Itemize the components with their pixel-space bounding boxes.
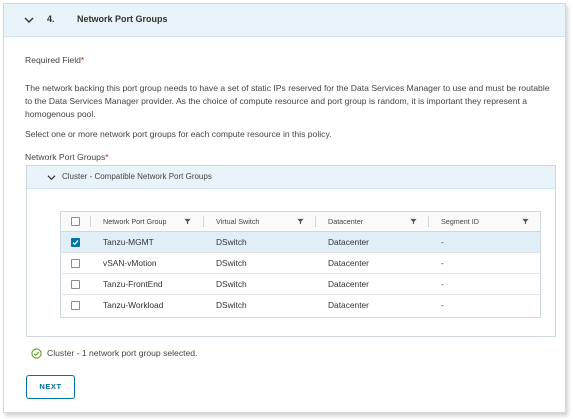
column-header-datacenter[interactable]: Datacenter [328,212,363,231]
row-checkbox[interactable] [71,238,80,247]
step-header[interactable]: 4. Network Port Groups [4,4,565,37]
check-icon [72,240,79,246]
step-number: 4. [47,14,55,24]
cell-port-group: Tanzu-FrontEnd [103,279,163,289]
cell-port-group: vSAN-vMotion [103,258,157,268]
cell-datacenter: Datacenter [328,237,369,247]
column-divider [90,216,91,227]
instruction: Select one or more network port groups f… [25,129,332,139]
table-row[interactable]: Tanzu-Workload DSwitch Datacenter - [61,295,540,316]
check-circle-icon [31,348,42,359]
cell-virtual-switch: DSwitch [216,279,247,289]
column-header-virtual-switch[interactable]: Virtual Switch [216,212,259,231]
cell-segment-id: - [441,300,444,310]
required-mark: * [105,152,109,162]
column-divider [315,216,316,227]
filter-icon[interactable] [297,218,304,225]
filter-icon[interactable] [184,218,191,225]
required-mark: * [80,55,85,65]
filter-icon[interactable] [410,218,417,225]
cell-virtual-switch: DSwitch [216,300,247,310]
select-all-checkbox[interactable] [71,217,80,226]
wizard-panel: 4. Network Port Groups Required Field* T… [3,3,566,413]
description: The network backing this port group need… [25,83,550,119]
cell-port-group: Tanzu-MGMT [103,237,154,247]
cell-segment-id: - [441,279,444,289]
cell-segment-id: - [441,237,444,247]
cluster-section: Cluster - Compatible Network Port Groups… [26,165,556,337]
column-divider [203,216,204,227]
cell-datacenter: Datacenter [328,258,369,268]
column-header-segment-id[interactable]: Segment ID [441,212,479,231]
port-group-datagrid: Network Port Group Virtual Switch Datace… [60,211,541,318]
table-row[interactable]: Tanzu-FrontEnd DSwitch Datacenter - [61,274,540,295]
cell-datacenter: Datacenter [328,300,369,310]
cell-virtual-switch: DSwitch [216,237,247,247]
column-divider [428,216,429,227]
row-checkbox[interactable] [71,301,80,310]
grid-header: Network Port Group Virtual Switch Datace… [61,212,540,232]
selection-status: Cluster - 1 network port group selected. [47,348,198,358]
chevron-down-icon[interactable] [47,173,56,182]
cell-datacenter: Datacenter [328,279,369,289]
cell-port-group: Tanzu-Workload [103,300,164,310]
filter-icon[interactable] [522,218,529,225]
step-title: Network Port Groups [77,14,168,24]
next-button[interactable]: NEXT [26,375,75,399]
cell-virtual-switch: DSwitch [216,258,247,268]
required-field-note: Required Field* [25,55,85,65]
cluster-title: Cluster - Compatible Network Port Groups [62,172,212,181]
table-row[interactable]: Tanzu-MGMT DSwitch Datacenter - [61,232,540,253]
chevron-down-icon[interactable] [24,15,34,25]
cluster-header[interactable]: Cluster - Compatible Network Port Groups [27,166,555,189]
column-header-port-group[interactable]: Network Port Group [103,212,167,231]
cell-segment-id: - [441,258,444,268]
table-row[interactable]: vSAN-vMotion DSwitch Datacenter - [61,253,540,274]
row-checkbox[interactable] [71,280,80,289]
field-label: Network Port Groups* [25,152,109,162]
row-checkbox[interactable] [71,259,80,268]
